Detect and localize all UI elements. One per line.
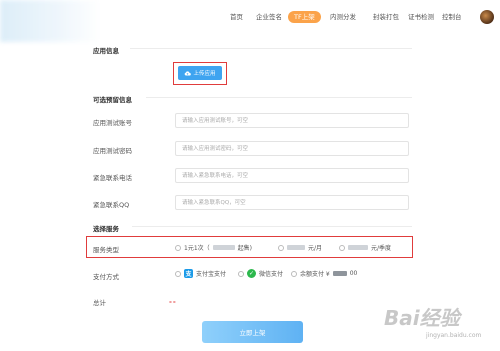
section-title-optional-info: 可选预留信息 <box>93 96 132 104</box>
test-account-input[interactable] <box>175 113 409 128</box>
emergency-qq-input[interactable] <box>175 195 409 210</box>
divider <box>146 97 412 98</box>
watermark-sub: jingyan.baidu.com <box>426 332 482 339</box>
logo-blurred <box>0 0 100 42</box>
redacted-text <box>348 245 368 250</box>
service-option-quarterly[interactable]: 元/季度 <box>339 243 391 252</box>
radio-circle[interactable] <box>175 244 181 251</box>
section-title-app-info: 应用信息 <box>93 47 119 55</box>
cloud-upload-icon <box>185 70 192 75</box>
redacted-text <box>287 245 305 250</box>
payment-alipay-label: 支付宝支付 <box>196 271 227 278</box>
radio-circle[interactable] <box>278 244 284 251</box>
wechat-pay-icon: ✓ <box>247 269 256 278</box>
radio-circle[interactable] <box>291 270 297 277</box>
nav-item-cert-check[interactable]: 证书检测 <box>408 11 434 23</box>
upload-app-button[interactable]: 上传应用 <box>178 66 222 80</box>
label-service-type: 服务类型 <box>93 246 119 254</box>
service-option-monthly-suffix: 元/月 <box>308 245 323 252</box>
payment-option-balance[interactable]: 余额支付 ¥ 00 <box>291 269 357 278</box>
radio-circle[interactable] <box>175 270 181 277</box>
service-option-monthly[interactable]: 元/月 <box>278 243 322 252</box>
nav-item-beta-distribution[interactable]: 内测分发 <box>330 11 356 23</box>
section-title-select-service: 选择服务 <box>93 225 119 233</box>
user-avatar[interactable] <box>480 10 494 24</box>
radio-circle[interactable] <box>238 270 244 277</box>
service-option-per-use-suffix: 起售) <box>237 245 252 252</box>
service-option-quarterly-suffix: 元/季度 <box>371 245 392 252</box>
label-test-password: 应用测试密码 <box>93 147 132 155</box>
label-total: 总计 <box>93 299 106 307</box>
label-emergency-phone: 紧急联系电话 <box>93 174 132 182</box>
nav-item-console[interactable]: 控制台 <box>442 11 462 23</box>
top-navigation: 首页 企业签名 TF上架 内测分发 封装打包 证书检测 控制台 <box>226 11 494 25</box>
redacted-balance <box>332 271 347 276</box>
emergency-phone-input[interactable] <box>175 168 409 183</box>
redacted-text <box>212 245 235 250</box>
payment-option-wechat[interactable]: ✓ 微信支付 <box>238 269 283 278</box>
divider <box>132 226 412 227</box>
test-password-input[interactable] <box>175 141 409 156</box>
payment-wechat-label: 微信支付 <box>259 271 284 278</box>
label-emergency-qq: 紧急联系QQ <box>93 201 130 209</box>
baidu-jingyan-watermark: Bai经验 jingyan.baidu.com <box>380 288 496 348</box>
payment-balance-label: 余额支付 ¥ <box>300 271 330 278</box>
service-option-per-use[interactable]: 1元1次（ 起售) <box>175 243 252 252</box>
service-option-per-use-prefix: 1元1次（ <box>184 245 210 252</box>
upload-app-label: 上传应用 <box>193 71 216 77</box>
label-payment-method: 支付方式 <box>93 273 119 281</box>
nav-item-packaging[interactable]: 封装打包 <box>373 11 399 23</box>
total-value: -- <box>169 298 177 306</box>
payment-balance-tail: 00 <box>349 270 358 277</box>
submit-listing-button[interactable]: 立即上架 <box>202 321 303 343</box>
radio-circle[interactable] <box>339 244 345 251</box>
alipay-icon: 支 <box>184 269 193 278</box>
divider <box>130 48 412 49</box>
payment-option-alipay[interactable]: 支 支付宝支付 <box>175 269 226 278</box>
label-test-account: 应用测试账号 <box>93 119 132 127</box>
nav-item-home[interactable]: 首页 <box>230 11 243 23</box>
watermark-main: Bai经验 <box>384 306 460 330</box>
nav-item-enterprise-sign[interactable]: 企业签名 <box>256 11 282 23</box>
nav-item-tf-listing[interactable]: TF上架 <box>288 11 321 23</box>
